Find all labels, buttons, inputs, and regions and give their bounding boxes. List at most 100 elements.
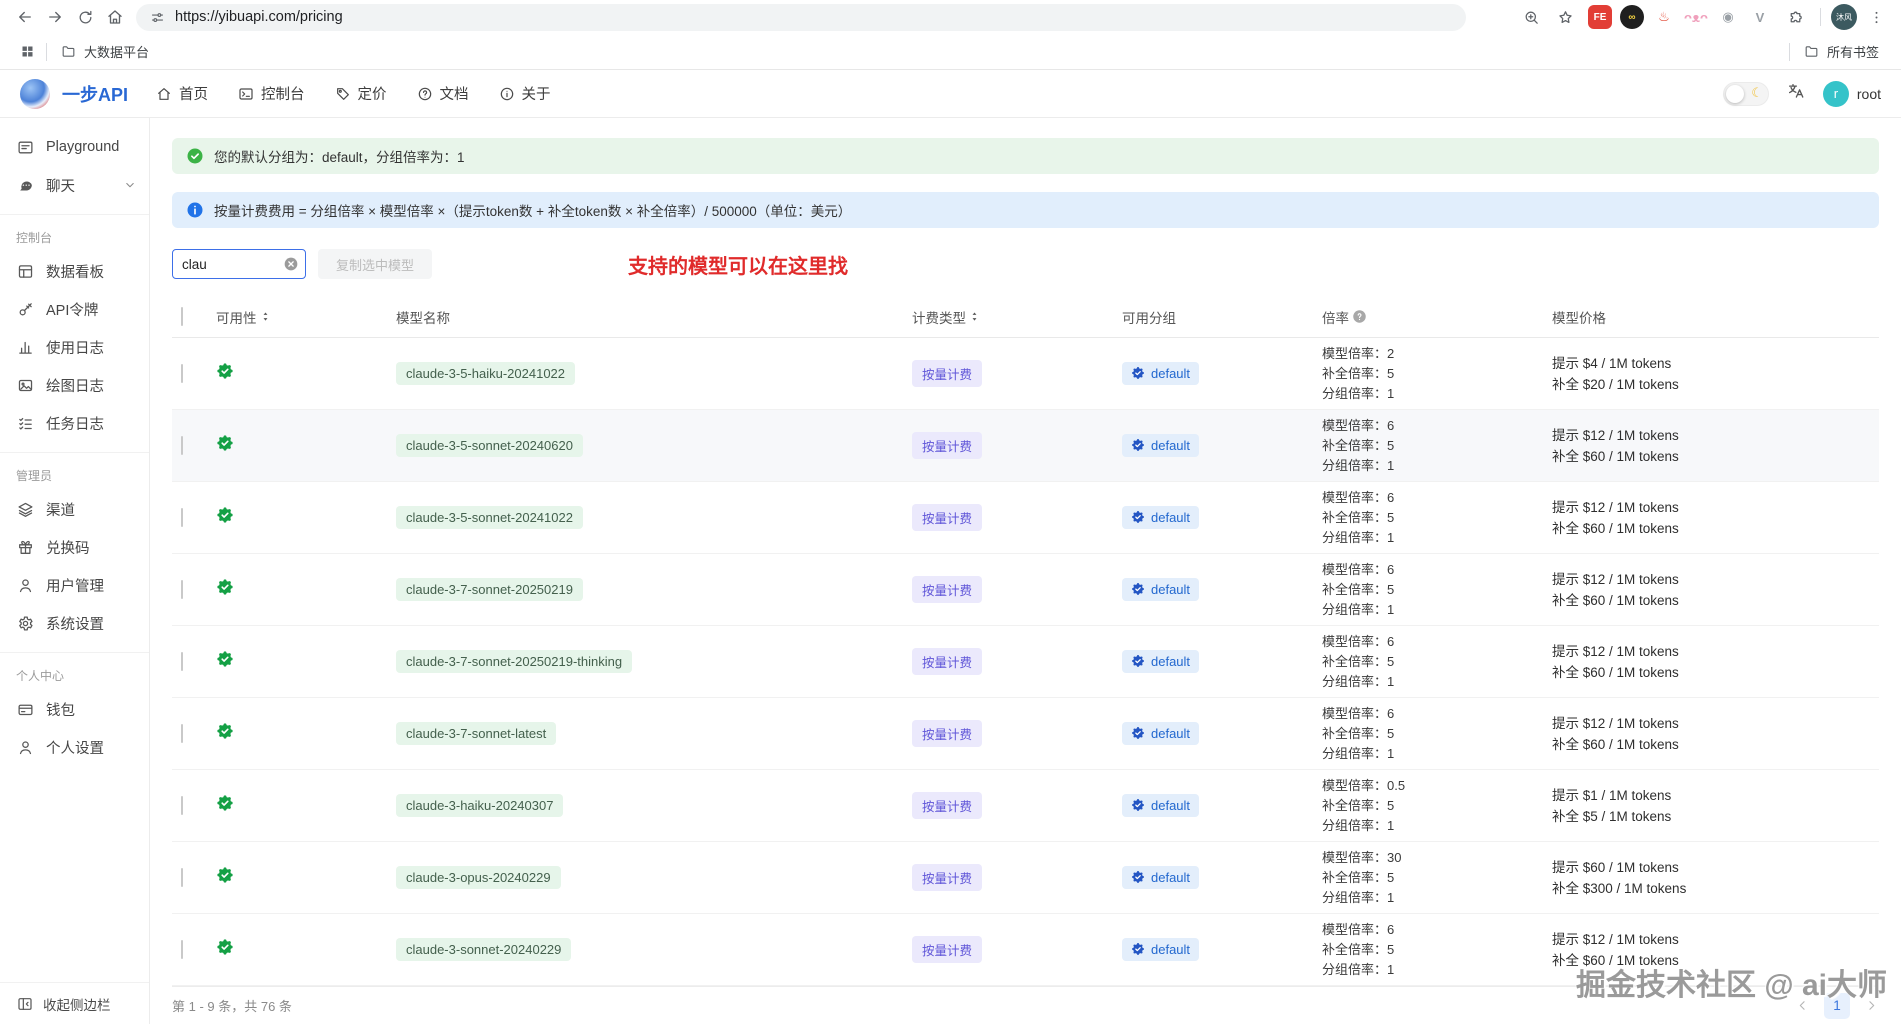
- prev-page-icon[interactable]: [1795, 998, 1810, 1013]
- sort-icon[interactable]: [259, 310, 272, 323]
- verified-group-icon: [1131, 942, 1145, 956]
- brand-name[interactable]: 一步API: [62, 81, 128, 107]
- group-tag[interactable]: default: [1122, 937, 1200, 961]
- row-select-cell: [172, 435, 216, 455]
- availability-check-icon: [216, 650, 234, 668]
- row-checkbox[interactable]: [181, 435, 183, 455]
- forward-icon[interactable]: [40, 2, 70, 32]
- all-bookmarks[interactable]: 所有书签: [1796, 38, 1887, 65]
- billing-formula-alert-text: 按量计费费用 = 分组倍率 × 模型倍率 ×（提示token数 + 补全toke…: [214, 204, 852, 219]
- sidebar-item-任务日志[interactable]: 任务日志: [0, 404, 149, 442]
- model-name-tag[interactable]: claude-3-opus-20240229: [396, 866, 561, 889]
- help-icon[interactable]: [1352, 309, 1367, 324]
- group-cell: default: [1122, 361, 1322, 386]
- collapse-sidebar-button[interactable]: 收起侧边栏: [0, 982, 149, 1024]
- model-name-tag[interactable]: claude-3-5-haiku-20241022: [396, 362, 576, 385]
- column-header-label: 可用分组: [1122, 310, 1176, 326]
- model-name-tag[interactable]: claude-3-7-sonnet-latest: [396, 722, 557, 745]
- reload-icon[interactable]: [70, 2, 100, 32]
- bookmark-folder[interactable]: 大数据平台: [53, 38, 157, 65]
- sidebar-item-用户管理[interactable]: 用户管理: [0, 566, 149, 604]
- row-checkbox[interactable]: [181, 579, 183, 599]
- next-page-icon[interactable]: [1864, 998, 1879, 1013]
- select-all-cell: [172, 306, 216, 326]
- question-circle-icon: [417, 86, 433, 102]
- row-checkbox[interactable]: [181, 651, 183, 671]
- pink-cat-extension-icon[interactable]: ᴖᴥᴖ: [1684, 5, 1708, 29]
- clear-search-icon[interactable]: [283, 256, 299, 272]
- row-checkbox[interactable]: [181, 795, 183, 815]
- sidebar-item-个人设置[interactable]: 个人设置: [0, 728, 149, 766]
- nav-item-定价[interactable]: 定价: [335, 83, 387, 104]
- ratio-line: 分组倍率：1: [1322, 457, 1395, 473]
- zoom-icon[interactable]: [1516, 2, 1546, 32]
- copy-selected-models-button[interactable]: 复制选中模型: [318, 249, 433, 279]
- sidebar-item-兑换码[interactable]: 兑换码: [0, 528, 149, 566]
- page-number-button[interactable]: 1: [1824, 992, 1850, 1019]
- sidebar-item-数据看板[interactable]: 数据看板: [0, 252, 149, 290]
- nav-item-文档[interactable]: 文档: [417, 83, 469, 104]
- model-name-tag[interactable]: claude-3-7-sonnet-20250219: [396, 578, 583, 601]
- row-checkbox[interactable]: [181, 723, 183, 743]
- v-extension-icon[interactable]: V: [1748, 5, 1772, 29]
- model-name-tag[interactable]: claude-3-sonnet-20240229: [396, 938, 572, 961]
- browser-menu-icon[interactable]: [1861, 2, 1891, 32]
- group-tag[interactable]: default: [1122, 649, 1200, 673]
- browser-profile-avatar[interactable]: 沐风: [1831, 4, 1857, 30]
- theme-toggle[interactable]: ☾: [1722, 81, 1769, 106]
- model-name-cell: claude-3-5-haiku-20241022: [396, 362, 912, 385]
- ratio-cell: 模型倍率：30 补全倍率：5 分组倍率：1: [1322, 848, 1552, 908]
- column-header-label: 倍率: [1322, 310, 1349, 326]
- row-checkbox[interactable]: [181, 507, 183, 527]
- nav-item-首页[interactable]: 首页: [156, 83, 208, 104]
- red-mascot-extension-icon[interactable]: ♨: [1652, 5, 1676, 29]
- sidebar-item-绘图日志[interactable]: 绘图日志: [0, 366, 149, 404]
- user-menu[interactable]: r root: [1822, 80, 1881, 107]
- sidebar-item-API令牌[interactable]: API令牌: [0, 290, 149, 328]
- verified-group-icon: [1131, 654, 1145, 668]
- sidebar-item-钱包[interactable]: 钱包: [0, 690, 149, 728]
- bookmark-star-icon[interactable]: [1550, 2, 1580, 32]
- address-bar[interactable]: https://yibuapi.com/pricing: [136, 3, 1466, 31]
- model-name-tag[interactable]: claude-3-5-sonnet-20241022: [396, 506, 583, 529]
- model-name-tag[interactable]: claude-3-5-sonnet-20240620: [396, 434, 583, 457]
- price-cell: 提示 $12 / 1M tokens 补全 $60 / 1M tokens: [1552, 497, 1879, 539]
- infinity-extension-icon[interactable]: ∞: [1620, 5, 1644, 29]
- sidebar-item-使用日志[interactable]: 使用日志: [0, 328, 149, 366]
- translate-icon[interactable]: [1787, 82, 1805, 105]
- group-tag[interactable]: default: [1122, 505, 1200, 529]
- row-select-cell: [172, 723, 216, 743]
- browser-home-icon[interactable]: [100, 2, 130, 32]
- row-select-cell: [172, 939, 216, 959]
- back-icon[interactable]: [10, 2, 40, 32]
- group-tag[interactable]: default: [1122, 433, 1200, 457]
- group-tag[interactable]: default: [1122, 865, 1200, 889]
- nav-item-关于[interactable]: 关于: [499, 83, 551, 104]
- row-checkbox[interactable]: [181, 939, 183, 959]
- sidebar-item-渠道[interactable]: 渠道: [0, 490, 149, 528]
- extensions-puzzle-icon[interactable]: [1780, 2, 1810, 32]
- sidebar-item-Playground[interactable]: Playground: [0, 128, 149, 166]
- group-tag[interactable]: default: [1122, 361, 1200, 385]
- fe-extension-icon[interactable]: FE: [1588, 5, 1612, 29]
- sidebar-item-聊天[interactable]: 聊天: [0, 166, 149, 204]
- row-checkbox[interactable]: [181, 363, 183, 383]
- divider: [1788, 42, 1790, 61]
- group-tag[interactable]: default: [1122, 721, 1200, 745]
- group-tag[interactable]: default: [1122, 577, 1200, 601]
- group-tag[interactable]: default: [1122, 793, 1200, 817]
- model-name-tag[interactable]: claude-3-7-sonnet-20250219-thinking: [396, 650, 633, 673]
- ratio-line: 补全倍率：5: [1322, 725, 1395, 741]
- gray-badge-extension-icon[interactable]: ◉: [1716, 5, 1740, 29]
- site-info-icon[interactable]: [150, 10, 165, 25]
- row-checkbox[interactable]: [181, 867, 183, 887]
- sort-icon[interactable]: [968, 310, 981, 323]
- bar-chart-icon: [17, 339, 34, 356]
- model-name-tag[interactable]: claude-3-haiku-20240307: [396, 794, 564, 817]
- ratio-cell: 模型倍率：6 补全倍率：5 分组倍率：1: [1322, 416, 1552, 476]
- nav-item-控制台[interactable]: 控制台: [238, 83, 305, 104]
- sidebar-item-系统设置[interactable]: 系统设置: [0, 604, 149, 642]
- apps-grid-icon[interactable]: [14, 39, 40, 65]
- select-all-checkbox[interactable]: [181, 306, 183, 326]
- site-logo[interactable]: [20, 78, 50, 109]
